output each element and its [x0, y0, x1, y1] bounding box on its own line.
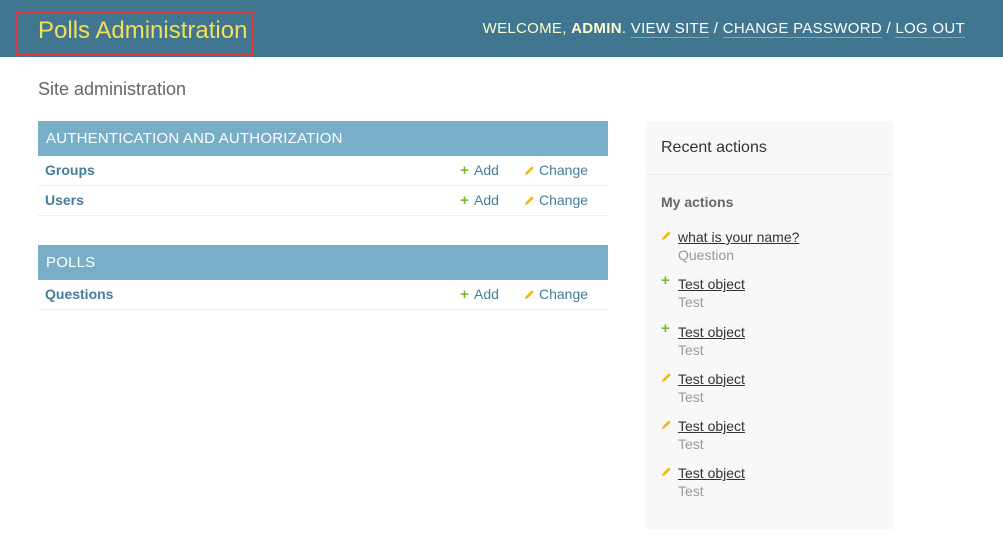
add-users-button[interactable]: + Add	[459, 192, 499, 209]
header: Polls Administration Welcome, admin. Vie…	[0, 0, 1003, 57]
action-content-type: Test	[678, 294, 704, 311]
model-link-groups[interactable]: Groups	[45, 162, 95, 178]
action-object-link[interactable]: Test object	[678, 417, 799, 435]
action-list: what is your name? Question + Test objec…	[661, 228, 799, 512]
action-content-type: Question	[678, 247, 735, 263]
action-item: + Test object Test	[661, 272, 799, 322]
action-item: Test object Test	[661, 464, 799, 511]
page-title: Site administration	[38, 79, 187, 99]
add-label: Add	[474, 286, 499, 302]
plus-icon: +	[661, 272, 670, 290]
change-password-link[interactable]: Change password	[722, 20, 882, 38]
add-questions-button[interactable]: + Add	[459, 286, 499, 303]
change-groups-button[interactable]: Change	[524, 162, 588, 178]
action-item: what is your name? Question	[661, 228, 799, 275]
model-link-users[interactable]: Users	[45, 192, 84, 208]
action-item: Test object Test	[661, 417, 799, 464]
model-link-questions[interactable]: Questions	[45, 286, 113, 302]
action-content-type: Test	[678, 483, 704, 500]
site-title-link[interactable]: Polls Administration	[38, 17, 247, 45]
add-label: Add	[474, 162, 499, 178]
model-row-users: Users + Add Change	[38, 186, 608, 216]
change-label: Change	[539, 192, 589, 208]
pencil-icon	[524, 166, 534, 176]
log-out-link[interactable]: Log out	[895, 20, 965, 38]
model-row-questions: Questions + Add Change	[38, 280, 608, 310]
model-row-groups: Groups + Add Change	[38, 156, 608, 186]
plus-icon: +	[460, 162, 469, 179]
pencil-icon	[661, 464, 672, 482]
action-content-type: Test	[678, 388, 704, 405]
action-object-link[interactable]: what is your name?	[678, 228, 799, 246]
action-object-link[interactable]: Test object	[678, 323, 799, 341]
action-content-type: Test	[678, 341, 704, 358]
action-content-type: Test	[678, 436, 704, 453]
branding: Polls Administration	[15, 12, 254, 55]
pencil-icon	[661, 417, 672, 435]
pencil-icon	[661, 370, 672, 388]
plus-icon: +	[460, 286, 469, 303]
action-object-link[interactable]: Test object	[678, 370, 799, 388]
action-object-link[interactable]: Test object	[678, 275, 799, 293]
user-tools: Welcome, admin. View site / Change passw…	[482, 20, 965, 38]
change-label: Change	[539, 162, 589, 178]
change-users-button[interactable]: Change	[524, 192, 588, 208]
my-actions-heading: My actions	[661, 194, 734, 210]
change-questions-button[interactable]: Change	[524, 286, 588, 302]
welcome-text: Welcome,	[482, 20, 572, 37]
add-groups-button[interactable]: + Add	[459, 162, 499, 179]
plus-icon: +	[661, 319, 670, 337]
pencil-icon	[524, 196, 534, 206]
recent-actions-title: Recent actions	[646, 121, 893, 175]
change-label: Change	[539, 286, 589, 302]
action-item: Test object Test	[661, 370, 799, 417]
action-item: + Test object Test	[661, 319, 799, 370]
view-site-link[interactable]: View site	[630, 20, 710, 38]
action-object-link[interactable]: Test object	[678, 464, 799, 482]
app-module-polls: Polls Questions + Add Change	[38, 245, 608, 310]
plus-icon: +	[460, 192, 469, 209]
pencil-icon	[661, 228, 672, 246]
app-caption-auth[interactable]: Authentication and Authorization	[38, 121, 608, 156]
pencil-icon	[524, 290, 534, 300]
recent-actions-panel: Recent actions My actions what is your n…	[646, 121, 893, 529]
app-module-auth: Authentication and Authorization Groups …	[38, 121, 608, 216]
username: admin	[571, 20, 622, 37]
add-label: Add	[474, 192, 499, 208]
app-caption-polls[interactable]: Polls	[38, 245, 608, 280]
